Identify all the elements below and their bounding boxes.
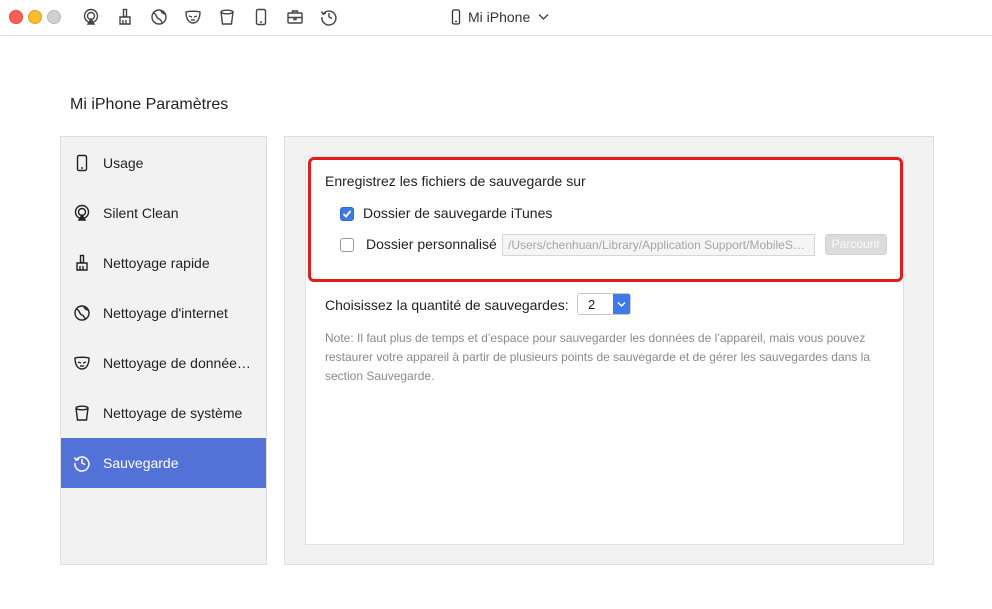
- sidebar-item-private-data-clean[interactable]: Nettoyage de données privées: [61, 338, 266, 388]
- backup-quantity-label: Choisissez la quantité de sauvegardes:: [325, 297, 569, 313]
- device-name: Mi iPhone: [468, 9, 531, 25]
- backup-location-title: Enregistrez les fichiers de sauvegarde s…: [325, 173, 586, 189]
- chevron-down-icon: [613, 294, 630, 314]
- settings-sidebar: Usage Silent Clean Nettoyage rapide Nett…: [60, 136, 267, 565]
- sidebar-item-label: Nettoyage de données privées: [103, 355, 255, 371]
- browse-button[interactable]: Parcourir: [825, 234, 887, 255]
- mask-icon[interactable]: [184, 8, 202, 26]
- title-bar: Mi iPhone: [0, 0, 992, 36]
- chevron-down-icon: [538, 14, 549, 20]
- history-clock-icon[interactable]: [320, 8, 338, 26]
- trash-bin-icon[interactable]: [218, 8, 236, 26]
- window-minimize-button[interactable]: [28, 10, 42, 24]
- airplay-icon[interactable]: [82, 8, 100, 26]
- phone-icon[interactable]: [252, 8, 270, 26]
- backup-quantity-select[interactable]: 2: [577, 293, 631, 315]
- device-selector[interactable]: Mi iPhone: [450, 7, 549, 27]
- sidebar-item-backup[interactable]: Sauvegarde: [61, 438, 266, 488]
- window-zoom-button[interactable]: [47, 10, 61, 24]
- checkmark-icon: [342, 210, 352, 218]
- sidebar-item-label: Nettoyage de système: [103, 405, 243, 421]
- phone-icon: [451, 9, 461, 25]
- sidebar-item-label: Nettoyage d'internet: [103, 305, 228, 321]
- broom-icon[interactable]: [116, 8, 134, 26]
- globe-icon[interactable]: [150, 8, 168, 26]
- backup-quantity-value: 2: [588, 296, 596, 312]
- custom-folder-label[interactable]: Dossier personnalisé: [366, 236, 497, 252]
- sidebar-item-label: Usage: [103, 155, 144, 171]
- backup-note: Note: Il faut plus de temps et d’espace …: [325, 331, 870, 383]
- sidebar-item-label: Nettoyage rapide: [103, 255, 210, 271]
- trash-bin-icon: [72, 403, 92, 423]
- itunes-folder-label[interactable]: Dossier de sauvegarde iTunes: [363, 205, 552, 221]
- sidebar-item-quick-clean[interactable]: Nettoyage rapide: [61, 238, 266, 288]
- mask-icon: [72, 353, 92, 373]
- sidebar-item-internet-clean[interactable]: Nettoyage d'internet: [61, 288, 266, 338]
- sidebar-item-system-clean[interactable]: Nettoyage de système: [61, 388, 266, 438]
- sidebar-item-silent-clean[interactable]: Silent Clean: [61, 188, 266, 238]
- custom-folder-path-input[interactable]: /Users/chenhuan/Library/Application Supp…: [502, 234, 815, 256]
- phone-icon: [72, 153, 92, 173]
- broom-icon: [72, 253, 92, 273]
- airplay-icon: [72, 203, 92, 223]
- sidebar-item-usage[interactable]: Usage: [61, 138, 266, 188]
- globe-icon: [72, 303, 92, 323]
- sidebar-item-label: Silent Clean: [103, 205, 179, 221]
- toolbox-icon[interactable]: [286, 8, 304, 26]
- window-close-button[interactable]: [9, 10, 23, 24]
- sidebar-item-label: Sauvegarde: [103, 455, 179, 471]
- page-title: Mi iPhone Paramètres: [70, 96, 229, 113]
- history-clock-icon: [72, 453, 92, 473]
- itunes-folder-checkbox[interactable]: [340, 207, 354, 221]
- custom-folder-checkbox[interactable]: [340, 238, 354, 252]
